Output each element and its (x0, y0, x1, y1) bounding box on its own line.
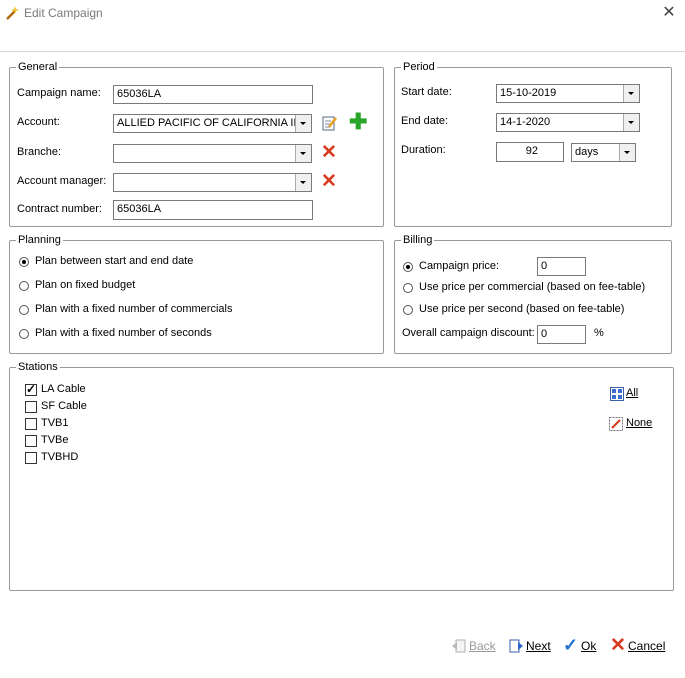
next-icon (509, 639, 523, 653)
select-all-icon (610, 387, 624, 401)
ok-check-icon: ✓ (563, 635, 579, 655)
start-date-label: Start date: (401, 86, 452, 98)
account-label: Account: (17, 116, 60, 128)
cancel-icon: ✕ (610, 635, 626, 656)
plan-fixed-budget-label: Plan on fixed budget (35, 279, 136, 291)
end-date-picker[interactable]: 14-1-2020 (496, 113, 640, 132)
account-dropdown-button[interactable] (295, 115, 311, 132)
edit-account-icon[interactable] (322, 115, 338, 131)
plan-between-dates-radio[interactable] (19, 257, 29, 267)
duration-unit-dropdown-button[interactable] (619, 144, 635, 161)
ok-button[interactable]: ✓ Ok (563, 635, 599, 656)
end-date-dropdown-button[interactable] (623, 114, 639, 131)
plan-fixed-seconds-label: Plan with a fixed number of seconds (35, 327, 212, 339)
stations-legend: Stations (16, 361, 60, 373)
ok-label: Ok (581, 639, 597, 653)
account-manager-dropdown-button[interactable] (295, 174, 311, 191)
select-none-label: None (626, 417, 653, 429)
clear-account-manager-icon[interactable]: ✕ (321, 172, 337, 191)
price-per-commercial-radio[interactable] (403, 283, 413, 293)
price-per-second-label: Use price per second (based on fee-table… (419, 303, 625, 315)
plan-between-dates-label: Plan between start and end date (35, 255, 194, 267)
end-date-label: End date: (401, 115, 449, 127)
back-icon (452, 639, 466, 653)
duration-label: Duration: (401, 144, 446, 156)
campaign-name-label: Campaign name: (17, 87, 101, 99)
select-all-button[interactable]: All (610, 386, 650, 402)
select-none-button[interactable]: None (609, 416, 659, 432)
next-button[interactable]: Next (508, 638, 554, 656)
station-tvbhd-label: TVBHD (41, 451, 79, 463)
station-tvbhd-checkbox[interactable] (25, 452, 37, 464)
account-manager-label: Account manager: (17, 175, 107, 187)
price-per-commercial-label: Use price per commercial (based on fee-t… (419, 281, 646, 293)
plan-fixed-seconds-radio[interactable] (19, 329, 29, 339)
station-tvb1-label: TVB1 (41, 417, 69, 429)
general-legend: General (16, 61, 60, 73)
duration-unit-value: days (575, 146, 599, 158)
duration-input[interactable]: 92 (496, 142, 564, 162)
campaign-price-input[interactable]: 0 (537, 257, 586, 276)
contract-number-label: Contract number: (17, 203, 102, 215)
campaign-price-radio[interactable] (403, 262, 413, 272)
end-date-value: 14-1-2020 (500, 116, 551, 128)
plan-fixed-budget-radio[interactable] (19, 281, 29, 291)
price-per-second-radio[interactable] (403, 305, 413, 315)
account-select[interactable]: ALLIED PACIFIC OF CALIFORNIA IP. (113, 114, 312, 133)
start-date-dropdown-button[interactable] (623, 85, 639, 102)
plan-fixed-commercials-radio[interactable] (19, 305, 29, 315)
account-select-value: ALLIED PACIFIC OF CALIFORNIA IP. (117, 117, 303, 129)
station-la-cable-checkbox[interactable] (25, 382, 37, 396)
branche-label: Branche: (17, 146, 62, 158)
campaign-name-input[interactable]: 65036LA (113, 85, 313, 104)
discount-input[interactable]: 0 (537, 325, 586, 344)
contract-number-input[interactable]: 65036LA (113, 200, 313, 220)
station-tvbe-checkbox[interactable] (25, 435, 37, 447)
duration-unit-select[interactable]: days (571, 143, 636, 162)
billing-legend: Billing (401, 234, 435, 246)
title-bar (0, 0, 685, 30)
station-la-cable-label: LA Cable (41, 383, 86, 395)
station-tvb1-checkbox[interactable] (25, 418, 37, 430)
start-date-value: 15-10-2019 (500, 87, 557, 99)
station-sf-cable-label: SF Cable (41, 400, 87, 412)
branche-select[interactable] (113, 144, 312, 163)
title-separator (0, 51, 685, 52)
period-legend: Period (401, 61, 437, 73)
discount-label: Overall campaign discount: (402, 327, 535, 339)
start-date-picker[interactable]: 15-10-2019 (496, 84, 640, 103)
select-none-icon (609, 417, 623, 431)
stations-group (9, 367, 674, 591)
station-tvbe-label: TVBe (41, 434, 69, 446)
clear-branche-icon[interactable]: ✕ (321, 143, 337, 162)
back-button[interactable]: Back (451, 638, 501, 656)
station-sf-cable-checkbox[interactable] (25, 401, 37, 413)
campaign-price-label: Campaign price: (419, 260, 500, 272)
planning-legend: Planning (16, 234, 63, 246)
window-title: Edit Campaign (24, 6, 103, 20)
back-label: Back (469, 639, 496, 653)
next-label: Next (526, 639, 551, 653)
percent-sign: % (594, 327, 604, 339)
plan-fixed-commercials-label: Plan with a fixed number of commercials (35, 303, 233, 315)
cancel-label: Cancel (628, 639, 666, 653)
select-all-label: All (626, 387, 639, 399)
cancel-button[interactable]: ✕ Cancel (610, 635, 666, 656)
account-manager-select[interactable] (113, 173, 312, 192)
branche-dropdown-button[interactable] (295, 145, 311, 162)
close-icon[interactable]: ✕ (660, 4, 678, 22)
add-account-icon[interactable]: ✚ (349, 111, 367, 133)
campaign-wand-icon (6, 6, 19, 20)
